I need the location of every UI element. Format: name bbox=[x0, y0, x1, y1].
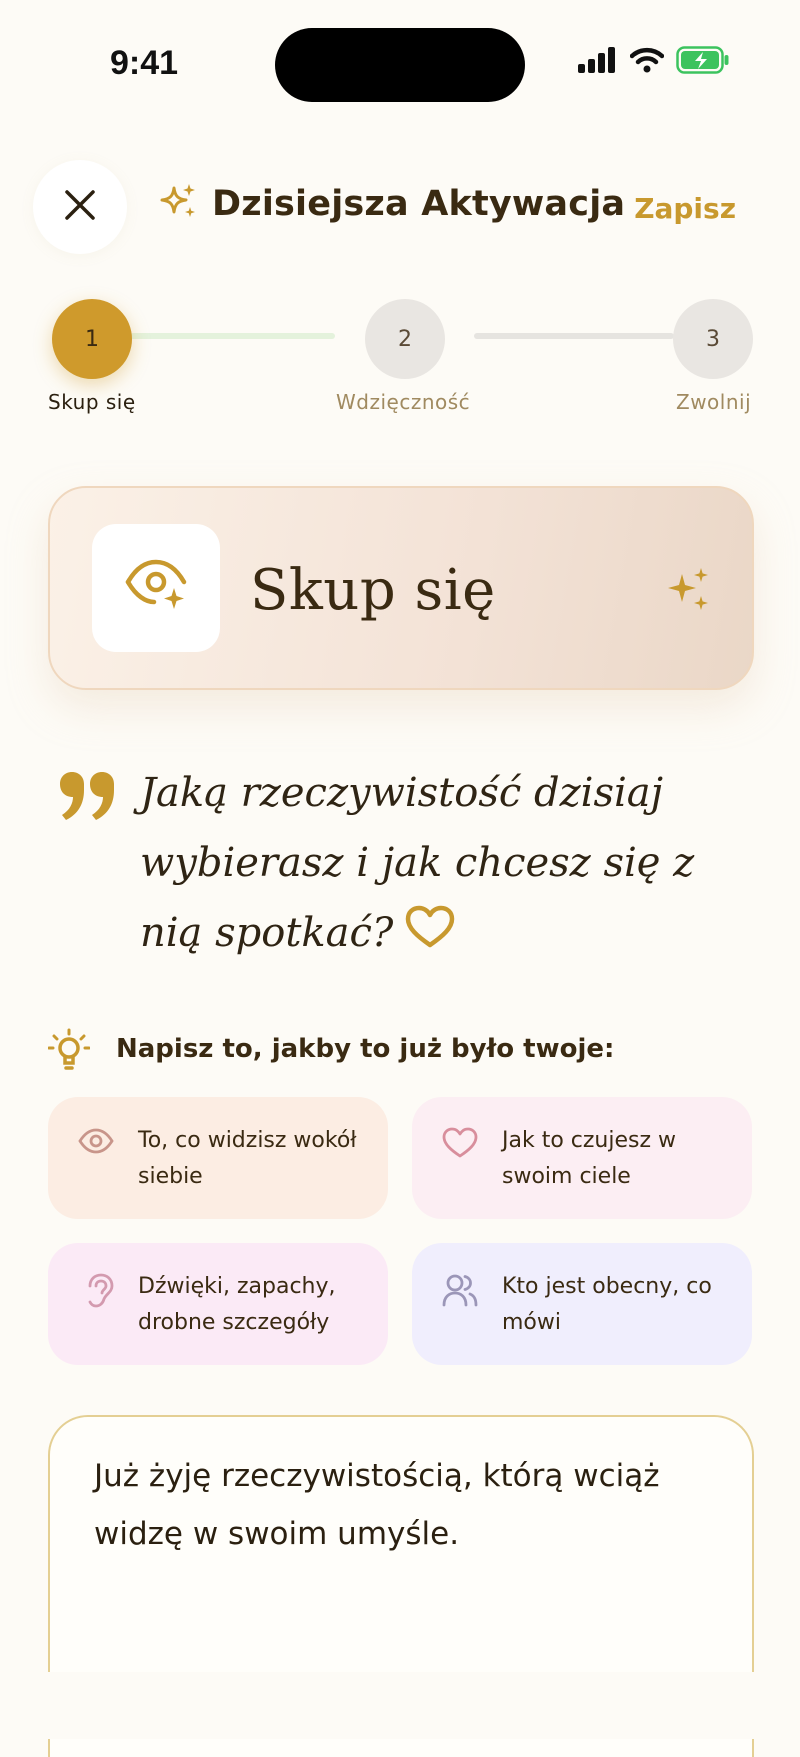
close-icon bbox=[64, 189, 96, 225]
heart-icon bbox=[442, 1127, 478, 1163]
prompt-chip-label: Kto jest obecny, co mówi bbox=[502, 1274, 712, 1335]
prompt-chip-label: Dźwięki, zapachy, drobne szczegóły bbox=[138, 1274, 336, 1335]
battery-charging-icon bbox=[676, 46, 730, 78]
eye-icon bbox=[78, 1127, 114, 1159]
prompt-chip-people[interactable]: Kto jest obecny, co mówi bbox=[412, 1243, 752, 1365]
bottom-fade bbox=[0, 1672, 800, 1739]
ear-icon bbox=[86, 1273, 114, 1313]
prompt-chip-label: To, co widzisz wokół siebie bbox=[138, 1128, 357, 1189]
step-connector-2 bbox=[474, 333, 674, 339]
header-title-group: Dzisiejsza Aktywacja bbox=[158, 182, 625, 226]
hint-text: Napisz to, jakby to już było twoje: bbox=[116, 1034, 615, 1064]
sparkles-icon bbox=[158, 182, 198, 226]
step-connector-1 bbox=[130, 333, 335, 339]
eye-sparkle-icon bbox=[124, 558, 188, 618]
quote-icon bbox=[58, 770, 116, 826]
step-2-indicator[interactable]: 2 bbox=[365, 299, 445, 379]
close-button[interactable] bbox=[33, 160, 127, 254]
lightbulb-icon bbox=[47, 1028, 91, 1076]
dynamic-island bbox=[275, 28, 525, 102]
prompt-chip-feel[interactable]: Jak to czujesz w swoim ciele bbox=[412, 1097, 752, 1219]
step-3-indicator[interactable]: 3 bbox=[673, 299, 753, 379]
sparkles-icon bbox=[664, 566, 712, 616]
step-1-label: Skup się bbox=[48, 390, 136, 414]
step-3-number: 3 bbox=[706, 326, 720, 352]
wifi-icon bbox=[629, 47, 665, 77]
save-button[interactable]: Zapisz bbox=[634, 192, 736, 225]
step-focus-card: Skup się bbox=[48, 486, 754, 690]
step-3-label: Zwolnij bbox=[676, 390, 752, 414]
heart-icon bbox=[405, 901, 455, 971]
step-1-number: 1 bbox=[85, 326, 99, 352]
cellular-signal-icon bbox=[578, 47, 618, 77]
prompt-chip-senses[interactable]: Dźwięki, zapachy, drobne szczegóły bbox=[48, 1243, 388, 1365]
prompt-chip-label: Jak to czujesz w swoim ciele bbox=[502, 1128, 677, 1189]
focus-icon-container bbox=[92, 524, 220, 652]
step-2-number: 2 bbox=[398, 326, 412, 352]
page-title: Dzisiejsza Aktywacja bbox=[212, 184, 626, 224]
status-icons bbox=[578, 46, 730, 78]
step-1-indicator[interactable]: 1 bbox=[52, 299, 132, 379]
people-icon bbox=[442, 1273, 478, 1311]
focus-card-title: Skup się bbox=[250, 558, 496, 623]
journal-entry-text[interactable]: Już żyję rzeczywistością, którą wciąż wi… bbox=[94, 1447, 714, 1563]
status-time: 9:41 bbox=[110, 44, 179, 82]
step-2-label: Wdzięczność bbox=[336, 390, 471, 414]
prompt-chip-see[interactable]: To, co widzisz wokół siebie bbox=[48, 1097, 388, 1219]
reflection-question: Jaką rzeczywistość dzisiaj wybierasz i j… bbox=[140, 758, 740, 971]
